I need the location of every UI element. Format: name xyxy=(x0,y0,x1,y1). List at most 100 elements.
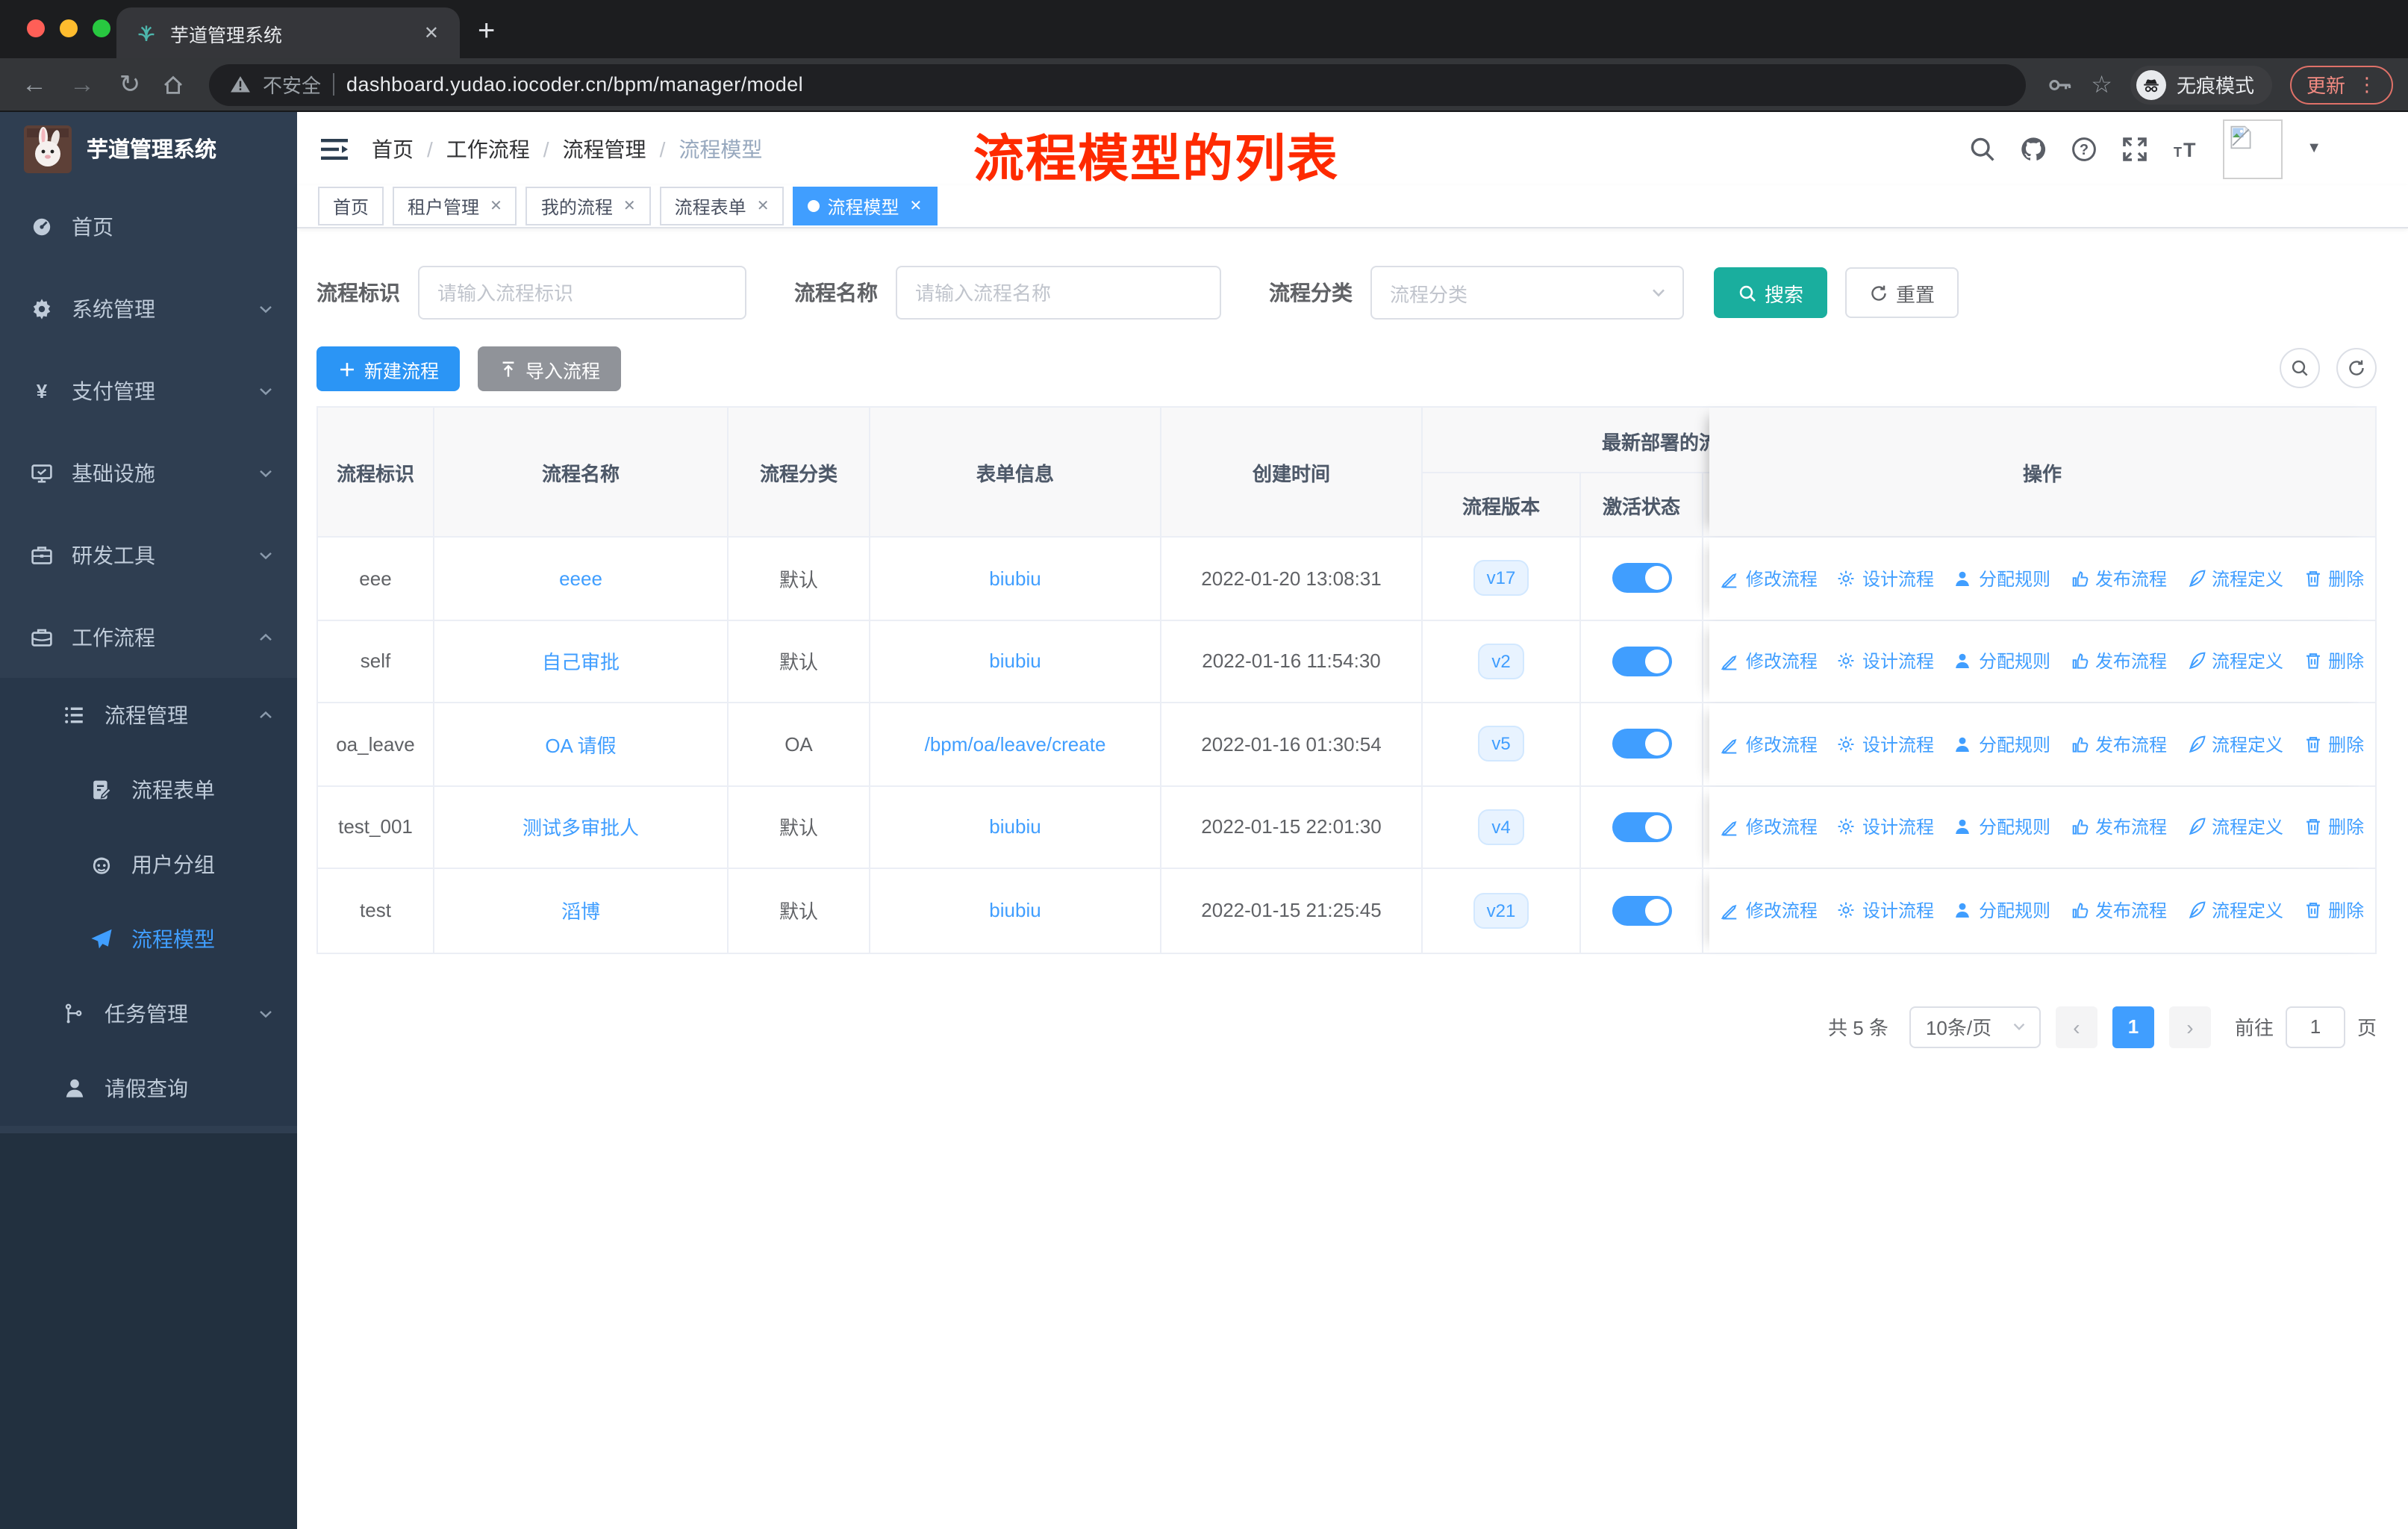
sidebar-item[interactable]: ¥ 支付管理 xyxy=(0,349,297,432)
tag-close-icon[interactable]: ✕ xyxy=(757,198,770,214)
version-badge[interactable]: v2 xyxy=(1478,643,1524,679)
version-badge[interactable]: v5 xyxy=(1478,726,1524,762)
publish-action[interactable]: 发布流程 xyxy=(2070,815,2167,840)
next-page-button[interactable]: › xyxy=(2168,1006,2211,1047)
prev-page-button[interactable]: ‹ xyxy=(2055,1006,2097,1047)
toggle-search-button[interactable] xyxy=(2280,348,2320,388)
new-tab-button[interactable]: + xyxy=(478,12,495,51)
breadcrumb-process-manage[interactable]: 流程管理 xyxy=(563,134,646,164)
forward-icon[interactable]: → xyxy=(63,65,102,104)
browser-menu-dots-icon[interactable]: ⋮ xyxy=(2357,72,2377,96)
tab-close-icon[interactable]: ✕ xyxy=(418,19,445,46)
sidebar-item[interactable]: 流程表单 xyxy=(0,753,297,827)
sidebar-item[interactable]: 请假查询 xyxy=(0,1051,297,1126)
process-category-select[interactable]: 流程分类 xyxy=(1370,266,1684,320)
delete-action[interactable]: 删除 xyxy=(2303,815,2364,840)
form-info-link[interactable]: biubiu xyxy=(989,816,1041,838)
definition-action[interactable]: 流程定义 xyxy=(2186,815,2283,840)
delete-action[interactable]: 删除 xyxy=(2303,898,2364,924)
publish-action[interactable]: 发布流程 xyxy=(2070,566,2167,591)
view-tag[interactable]: 租户管理 ✕ xyxy=(393,187,517,225)
definition-action[interactable]: 流程定义 xyxy=(2186,732,2283,757)
password-key-icon[interactable] xyxy=(2046,71,2073,98)
header-search-icon[interactable] xyxy=(1969,135,1996,162)
sidebar-item[interactable]: 首页 xyxy=(0,185,297,267)
sidebar-item[interactable]: 工作流程 xyxy=(0,596,297,678)
publish-action[interactable]: 发布流程 xyxy=(2070,732,2167,757)
sidebar-item[interactable]: 研发工具 xyxy=(0,514,297,596)
active-toggle[interactable] xyxy=(1612,729,1671,759)
page-1-button[interactable]: 1 xyxy=(2112,1006,2154,1047)
design-action[interactable]: 设计流程 xyxy=(1837,815,1934,840)
sidebar-collapse-hamburger-icon[interactable] xyxy=(321,137,348,161)
sidebar-item[interactable]: 任务管理 xyxy=(0,977,297,1051)
model-name-link[interactable]: OA 请假 xyxy=(545,730,616,759)
assign-user-action[interactable]: 分配规则 xyxy=(1953,649,2050,674)
design-action[interactable]: 设计流程 xyxy=(1837,649,1934,674)
form-info-link[interactable]: biubiu xyxy=(989,900,1041,922)
design-action[interactable]: 设计流程 xyxy=(1837,898,1934,924)
model-name-link[interactable]: 滔博 xyxy=(561,897,600,925)
form-info-link[interactable]: biubiu xyxy=(989,650,1041,673)
publish-action[interactable]: 发布流程 xyxy=(2070,898,2167,924)
definition-action[interactable]: 流程定义 xyxy=(2186,649,2283,674)
model-name-link[interactable]: 测试多审批人 xyxy=(523,813,639,841)
help-icon[interactable]: ? xyxy=(2071,135,2097,162)
bookmark-star-icon[interactable]: ☆ xyxy=(2091,69,2112,99)
design-action[interactable]: 设计流程 xyxy=(1837,732,1934,757)
github-icon[interactable] xyxy=(2020,135,2047,162)
window-close-button[interactable] xyxy=(27,19,45,37)
reload-icon[interactable]: ↻ xyxy=(110,65,149,104)
view-tag[interactable]: 流程表单 ✕ xyxy=(659,187,785,225)
page-size-select[interactable]: 10条/页 xyxy=(1909,1006,2041,1047)
reset-button[interactable]: 重置 xyxy=(1845,267,1959,318)
tag-close-icon[interactable]: ✕ xyxy=(623,198,636,214)
assign-user-action[interactable]: 分配规则 xyxy=(1953,566,2050,591)
delete-action[interactable]: 删除 xyxy=(2303,566,2364,591)
active-toggle[interactable] xyxy=(1612,895,1671,926)
tag-close-icon[interactable]: ✕ xyxy=(490,198,502,214)
create-process-button[interactable]: 新建流程 xyxy=(316,346,461,391)
edit-action[interactable]: 修改流程 xyxy=(1721,898,1818,924)
version-badge[interactable]: v17 xyxy=(1473,560,1529,597)
breadcrumb-workflow[interactable]: 工作流程 xyxy=(446,134,530,164)
sidebar-item[interactable]: 流程模型 xyxy=(0,902,297,977)
tag-close-icon[interactable]: ✕ xyxy=(910,198,923,214)
design-action[interactable]: 设计流程 xyxy=(1837,566,1934,591)
delete-action[interactable]: 删除 xyxy=(2303,732,2364,757)
form-info-link[interactable]: /bpm/oa/leave/create xyxy=(925,733,1106,756)
goto-page-input[interactable] xyxy=(2285,1006,2345,1047)
version-badge[interactable]: v4 xyxy=(1478,809,1524,845)
sidebar-item[interactable]: 流程管理 xyxy=(0,678,297,753)
user-avatar[interactable] xyxy=(2223,119,2283,178)
browser-tab[interactable]: 芋道管理系统 ✕ xyxy=(116,7,460,58)
avatar-caret-down-icon[interactable]: ▼ xyxy=(2306,140,2321,157)
model-name-link[interactable]: 自己审批 xyxy=(542,647,620,676)
browser-update-button[interactable]: 更新 ⋮ xyxy=(2289,65,2393,104)
window-minimize-button[interactable] xyxy=(60,19,78,37)
active-toggle[interactable] xyxy=(1612,646,1671,676)
import-process-button[interactable]: 导入流程 xyxy=(478,346,622,391)
refresh-table-button[interactable] xyxy=(2336,348,2377,388)
sidebar-item[interactable]: 用户分组 xyxy=(0,827,297,902)
view-tag[interactable]: 流程模型 ✕ xyxy=(793,187,938,225)
process-key-input[interactable] xyxy=(418,266,746,320)
app-logo-row[interactable]: 芋道管理系统 xyxy=(0,112,297,185)
view-tag[interactable]: 我的流程 ✕ xyxy=(525,187,651,225)
search-button[interactable]: 搜索 xyxy=(1714,267,1828,318)
definition-action[interactable]: 流程定义 xyxy=(2186,898,2283,924)
active-toggle[interactable] xyxy=(1612,812,1671,842)
sidebar-item[interactable]: 系统管理 xyxy=(0,267,297,349)
address-bar[interactable]: 不安全 dashboard.yudao.iocoder.cn/bpm/manag… xyxy=(209,63,2026,105)
home-icon[interactable] xyxy=(158,71,188,98)
fullscreen-icon[interactable] xyxy=(2121,135,2148,162)
delete-action[interactable]: 删除 xyxy=(2303,649,2364,674)
back-icon[interactable]: ← xyxy=(15,65,54,104)
window-maximize-button[interactable] xyxy=(93,19,110,37)
assign-user-action[interactable]: 分配规则 xyxy=(1953,898,2050,924)
breadcrumb-home[interactable]: 首页 xyxy=(372,134,414,164)
form-info-link[interactable]: biubiu xyxy=(989,567,1041,590)
model-name-link[interactable]: eeee xyxy=(559,567,602,590)
publish-action[interactable]: 发布流程 xyxy=(2070,649,2167,674)
edit-action[interactable]: 修改流程 xyxy=(1721,649,1818,674)
